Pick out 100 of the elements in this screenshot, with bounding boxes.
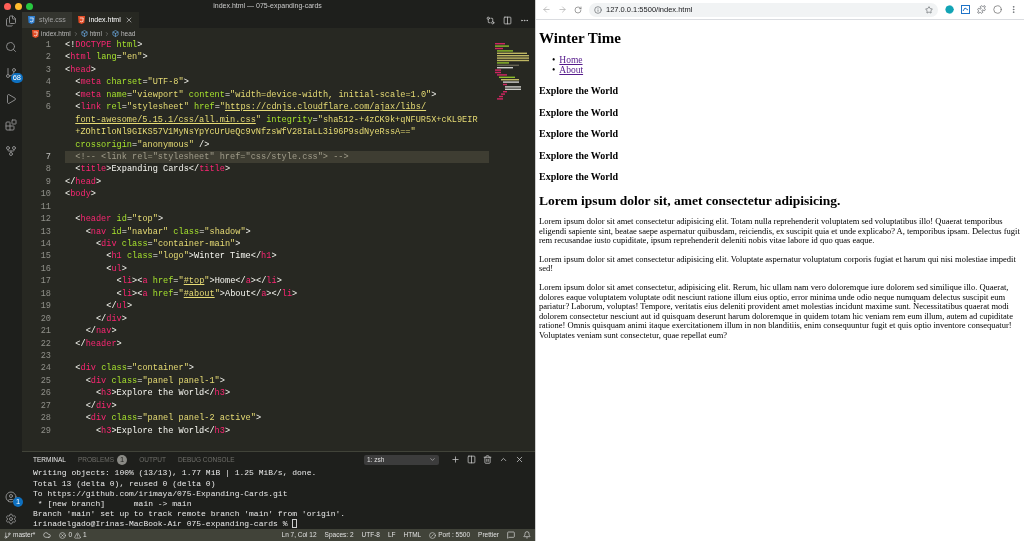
line-number: 24 [40,363,51,374]
bell-icon[interactable] [523,531,531,539]
paragraph: Lorem ipsum dolor sit amet consectetur adipisicing elit. Voluptate aspernatur voluptatum corporis fugiat et harum qui nisi molestiae impedit sed! [539,254,1017,274]
code-line: <!DOCTYPE html> [65,40,143,50]
line-number: 14 [40,239,51,249]
cloud-icon[interactable] [43,531,52,539]
profile-icon[interactable] [993,5,1002,14]
line-number: 10 [40,189,51,200]
reload-icon[interactable] [574,5,582,14]
chevron-icon [429,456,436,464]
cursor-icon [292,519,298,529]
code-line: <nav id="navbar" class="shadow"> [84,226,251,237]
close-icon[interactable] [124,16,133,24]
settings-icon[interactable] [5,513,17,525]
account-icon[interactable] [5,491,17,503]
split-terminal-icon[interactable] [467,455,476,465]
line-number: 15 [40,251,51,262]
code-line: <h3>Explore the World</h3> [94,388,231,399]
line-number: 20 [40,313,51,324]
code-line: +ZOhtIloNl9GIKS57V1MyNsYpYcUrUeQc9vNfzsWfV28IaLL3i96P9sdNyeRssA==" [75,127,416,138]
code-line: <div class="panel panel-2 active"> [84,413,262,424]
nav-link[interactable]: Home [559,55,583,65]
search-icon[interactable] [5,41,17,53]
line-number: 29 [40,425,51,436]
code-line: </nav> [84,326,117,337]
line-number: 22 [40,338,51,349]
line-number: 26 [40,388,51,399]
nav-link[interactable]: About [559,65,584,75]
extensions-icon[interactable] [5,119,17,131]
extension-icon[interactable] [961,5,970,14]
line-number: 18 [40,288,51,299]
panel-heading: Explore the World [539,171,619,183]
line-number: 27 [40,400,51,411]
menu-icon[interactable] [1009,5,1018,14]
code-line: </header> [74,338,122,349]
code-line: <div class="panel panel-1"> [84,375,225,386]
warning-icon [74,531,82,539]
star-icon[interactable] [925,5,933,14]
code-line: <html lang="en"> [65,52,148,63]
line-number: 8 [45,164,51,175]
code-line: </head> [65,176,102,187]
code-line: <!-- <link rel="stylesheet" href="css/style.css"> --> [74,151,349,162]
puzzle-icon[interactable] [977,5,986,14]
line-number: 11 [40,201,51,212]
line-number: 25 [40,375,51,386]
code-line: <head> [65,64,96,75]
split-editor-icon[interactable] [503,15,512,25]
page-heading: Winter Time [539,30,621,47]
code-line: <meta name="viewport" content="width=device-width, initial-scale=1.0"> [74,89,437,100]
line-number: 7 [45,151,51,162]
code-line: <h3>Explore the World</h3> [94,425,231,436]
compare-icon[interactable] [486,15,495,25]
html-file-icon [32,29,39,38]
line-number: 12 [40,214,51,225]
line-number: 17 [40,276,51,287]
files-icon[interactable] [5,15,17,27]
panel-heading: Explore the World [539,149,619,161]
css-file-icon [28,16,35,24]
trash-icon[interactable] [483,455,492,465]
window-close-button[interactable] [4,2,11,10]
line-number: 1 [45,40,51,50]
line-number: 19 [40,301,51,312]
fork-icon[interactable] [5,145,17,157]
feedback-icon[interactable] [507,531,515,539]
code-line: <div class="container"> [74,363,194,374]
code-line: </div> [84,400,117,411]
cube-icon [111,30,119,37]
branch-icon [4,531,11,539]
code-line: </div> [94,313,127,324]
close-icon[interactable] [515,455,524,465]
window-zoom-button[interactable] [26,2,33,10]
code-line: <h1 class="logo">Winter Time</h1> [105,251,277,262]
line-number: 2 [45,52,51,63]
line-number: 4 [45,77,51,88]
run-icon[interactable] [5,93,17,105]
line-number: 28 [40,413,51,424]
panel-heading: Explore the World [539,106,619,118]
code-line: <body> [65,189,96,200]
code-line: <li><a href="#about">About</a></li> [115,288,298,299]
code-line: <li><a href="#top">Home</a></li> [115,276,282,287]
extension-icon[interactable] [945,5,954,14]
line-number: 9 [45,176,51,187]
terminal-line: Total 13 (delta 0), reused 0 (delta 0) [33,478,216,489]
html-file-icon [77,16,85,24]
code-line: <link rel="stylesheet" href="https://cdnjs.cloudflare.com/ajax/libs/ [74,102,427,113]
line-number: 3 [45,64,51,75]
minimap-drawing[interactable] [495,43,529,103]
chevron-icon [72,30,79,37]
cube-icon [80,30,88,37]
window-minimize-button[interactable] [15,2,22,10]
line-number: 23 [40,350,51,361]
terminal-line: Branch 'main' set up to track remote branch 'main' from 'origin'. [33,508,346,519]
code-line: <meta charset="UTF-8"> [74,77,189,88]
new-terminal-icon[interactable] [451,455,460,465]
terminal-line: * [new branch] main -> main [36,498,192,509]
code-line: <ul> [105,263,127,274]
code-line: <header id="top"> [74,214,164,225]
line-number: 13 [40,226,51,237]
paragraph: Lorem ipsum dolor sit amet consectetur, adipisicing elit. Rerum, hic ullam nam vero doloremque iure dolorem sed similique illo. Quaerat, dolores eaque voluptatem voluptate odit nesciunt ratione illum eius optio, error minima unde odio neque numquam delectus suscipit eum pariatur? Laborum, voluptas! Tempore, veritatis eius deleniti provident amet molestias incidunt maxime sunt. Necessitatibus quaerat modi dolorem consectetur nesciunt aut id quisquam deserunt harum doloremque in quidem totam hic veniam rem eum illum, autem ad cupiditate ratione! Omnis quisquam animi itaque exercitationem illum in non blanditiis, enim consequuntur fugit et quis optio inventore consequatur! Voluptates veniam sunt consectetur, quae repellat eum? [539,282,1014,341]
line-number: 6 [45,102,51,113]
